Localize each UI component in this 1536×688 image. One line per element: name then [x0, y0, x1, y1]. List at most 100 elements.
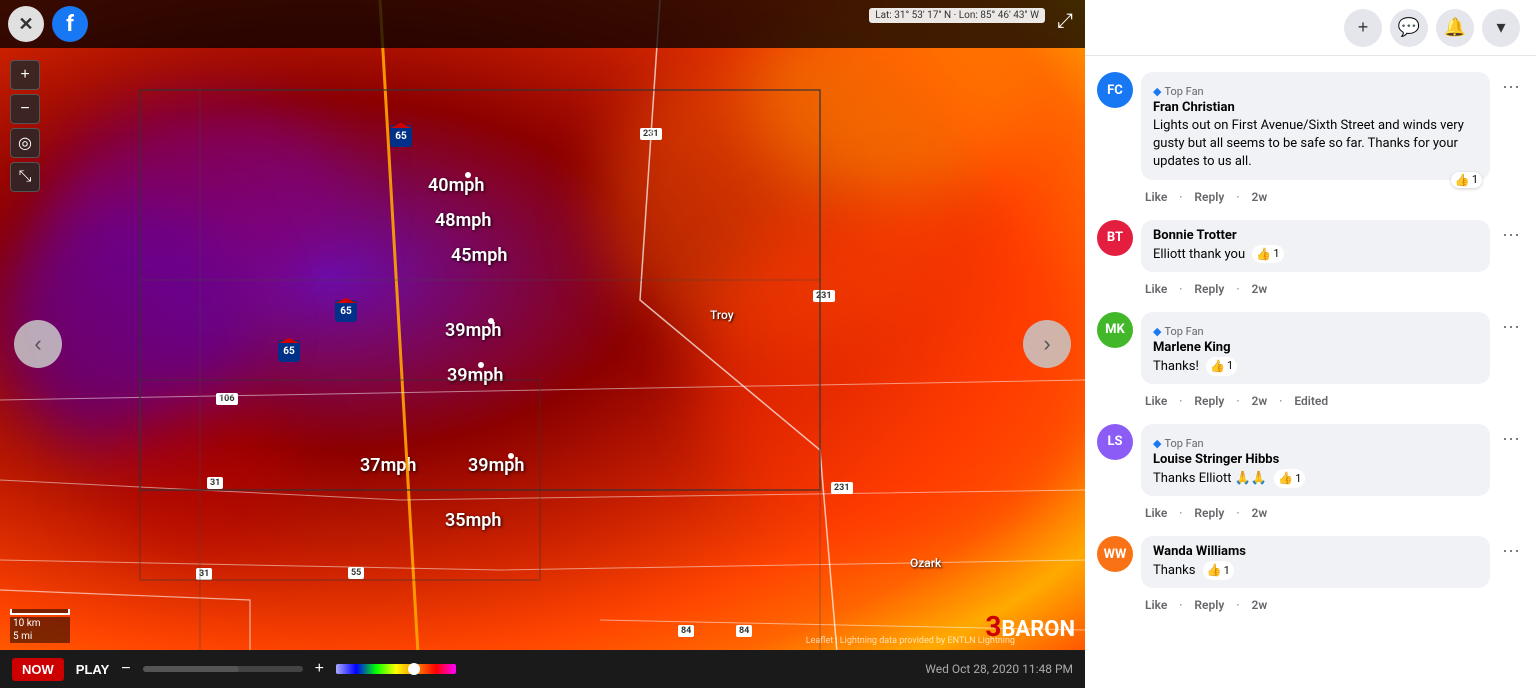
time-action: 2w [1251, 506, 1267, 520]
like-action[interactable]: Like [1145, 190, 1167, 204]
avatar: BT [1097, 220, 1133, 256]
comment-text: Lights out on First Avenue/Sixth Street … [1153, 117, 1478, 172]
comment-item: FC ◆ Top Fan Fran Christian Lights out o… [1085, 64, 1536, 212]
diamond-icon: ◆ [1153, 437, 1161, 450]
like-reaction: 👍 1 [1451, 172, 1482, 188]
more-button[interactable]: ··· [1498, 540, 1524, 561]
like-count: 1 [1227, 358, 1233, 373]
comment-author[interactable]: Louise Stringer Hibbs [1153, 452, 1478, 467]
comment-author[interactable]: Bonnie Trotter [1153, 228, 1478, 243]
timeline-track[interactable] [143, 666, 303, 672]
more-button[interactable]: ··· [1498, 316, 1524, 337]
map-scale: 10 km 5 mi [10, 609, 70, 643]
map-attribution: Leaflet | Lightning data provided by ENT… [806, 636, 1015, 646]
comment-bubble: Wanda Williams Thanks 👍 1 [1141, 536, 1490, 588]
collapse-button[interactable]: ⤡ [10, 162, 40, 192]
comment-bubble: ◆ Top Fan Louise Stringer Hibbs Thanks E… [1141, 424, 1490, 496]
nav-right-button[interactable]: › [1023, 320, 1071, 368]
timeline-plus-button[interactable]: + [315, 660, 324, 678]
reply-action[interactable]: Reply [1194, 506, 1224, 520]
comment-actions: Like · Reply · 2w [1141, 282, 1490, 296]
color-bar [336, 664, 456, 674]
like-action[interactable]: Like [1145, 394, 1167, 408]
color-bar-container [336, 664, 456, 674]
comment-actions: Like · Reply · 2w · Edited [1141, 394, 1490, 408]
avatar: LS [1097, 424, 1133, 460]
avatar: FC [1097, 72, 1133, 108]
like-emoji: 👍 [1207, 562, 1222, 579]
reply-action[interactable]: Reply [1194, 282, 1224, 296]
time-action: 2w [1251, 282, 1267, 296]
like-reaction-inline: 👍 1 [1274, 469, 1305, 488]
map-topbar: ✕ f Lat: 31° 53' 17" N · Lon: 85° 46' 43… [0, 0, 1085, 48]
time-action: 2w [1251, 190, 1267, 204]
comment-content: Bonnie Trotter Elliott thank you 👍 1 Lik… [1141, 220, 1490, 296]
expand-icon[interactable]: ⤢ [1057, 8, 1073, 32]
top-fan-label: Top Fan [1164, 325, 1203, 338]
comment-item: MK ◆ Top Fan Marlene King Thanks! 👍 1 [1085, 304, 1536, 416]
like-reaction-inline: 👍 1 [1206, 357, 1237, 376]
location-button[interactable]: ◎ [10, 128, 40, 158]
reply-action[interactable]: Reply [1194, 598, 1224, 612]
timestamp: Wed Oct 28, 2020 11:48 PM [925, 662, 1073, 676]
comment-actions: Like · Reply · 2w [1141, 190, 1490, 204]
like-emoji: 👍 [1210, 358, 1225, 375]
nav-left-button[interactable]: ‹ [14, 320, 62, 368]
more-button[interactable]: ··· [1498, 428, 1524, 449]
diamond-icon: ◆ [1153, 325, 1161, 338]
comment-content: ◆ Top Fan Fran Christian Lights out on F… [1141, 72, 1490, 204]
like-emoji: 👍 [1278, 470, 1293, 487]
now-button[interactable]: NOW [12, 658, 64, 681]
comment-content: Wanda Williams Thanks 👍 1 Like · Reply ·… [1141, 536, 1490, 612]
more-button[interactable]: ··· [1498, 224, 1524, 245]
facebook-topbar: + 💬 🔔 ▾ [1085, 0, 1536, 56]
like-emoji: 👍 [1256, 246, 1271, 263]
comment-text: Thanks Elliott 🙏🙏 👍 1 [1153, 469, 1478, 488]
reply-action[interactable]: Reply [1194, 190, 1224, 204]
comment-bubble: ◆ Top Fan Marlene King Thanks! 👍 1 [1141, 312, 1490, 384]
top-fan-badge: ◆ Top Fan [1153, 85, 1204, 98]
like-emoji: 👍 [1455, 173, 1470, 187]
zoom-out-button[interactable]: − [10, 94, 40, 124]
comment-item: WW Wanda Williams Thanks 👍 1 Like · Repl… [1085, 528, 1536, 620]
timeline-minus-button[interactable]: − [121, 660, 130, 678]
like-count: 1 [1472, 173, 1478, 186]
comment-bubble: ◆ Top Fan Fran Christian Lights out on F… [1141, 72, 1490, 180]
like-count: 1 [1224, 563, 1230, 578]
like-reaction-inline: 👍 1 [1203, 561, 1234, 580]
like-action[interactable]: Like [1145, 598, 1167, 612]
like-action[interactable]: Like [1145, 282, 1167, 296]
comment-author[interactable]: Fran Christian [1153, 100, 1478, 115]
comment-author[interactable]: Marlene King [1153, 340, 1478, 355]
fb-notifications-button[interactable]: 🔔 [1436, 9, 1474, 47]
comment-actions: Like · Reply · 2w [1141, 598, 1490, 612]
zoom-in-button[interactable]: + [10, 60, 40, 90]
facebook-logo: f [52, 6, 88, 42]
comment-text: Elliott thank you 👍 1 [1153, 245, 1478, 264]
fb-account-button[interactable]: ▾ [1482, 9, 1520, 47]
comment-content: ◆ Top Fan Marlene King Thanks! 👍 1 Like … [1141, 312, 1490, 408]
facebook-panel: + 💬 🔔 ▾ FC ◆ Top Fan Fran Christian Ligh… [1085, 0, 1536, 688]
like-action[interactable]: Like [1145, 506, 1167, 520]
comments-list: FC ◆ Top Fan Fran Christian Lights out o… [1085, 56, 1536, 688]
comment-text: Thanks 👍 1 [1153, 561, 1478, 580]
more-button[interactable]: ··· [1498, 76, 1524, 97]
avatar: MK [1097, 312, 1133, 348]
like-count: 1 [1273, 246, 1279, 261]
time-action: 2w [1251, 598, 1267, 612]
like-count: 1 [1295, 471, 1301, 486]
play-button[interactable]: PLAY [76, 662, 109, 677]
comment-author[interactable]: Wanda Williams [1153, 544, 1478, 559]
fb-add-button[interactable]: + [1344, 9, 1382, 47]
comment-content: ◆ Top Fan Louise Stringer Hibbs Thanks E… [1141, 424, 1490, 520]
color-slider[interactable] [408, 663, 420, 675]
map-section: ✕ f Lat: 31° 53' 17" N · Lon: 85° 46' 43… [0, 0, 1085, 688]
diamond-icon: ◆ [1153, 85, 1161, 98]
fb-messenger-button[interactable]: 💬 [1390, 9, 1428, 47]
like-reaction-inline: 👍 1 [1252, 245, 1283, 264]
avatar: WW [1097, 536, 1133, 572]
close-button[interactable]: ✕ [8, 6, 44, 42]
map-controls: + − ◎ ⤡ [10, 60, 40, 192]
comment-actions: Like · Reply · 2w [1141, 506, 1490, 520]
reply-action[interactable]: Reply [1194, 394, 1224, 408]
